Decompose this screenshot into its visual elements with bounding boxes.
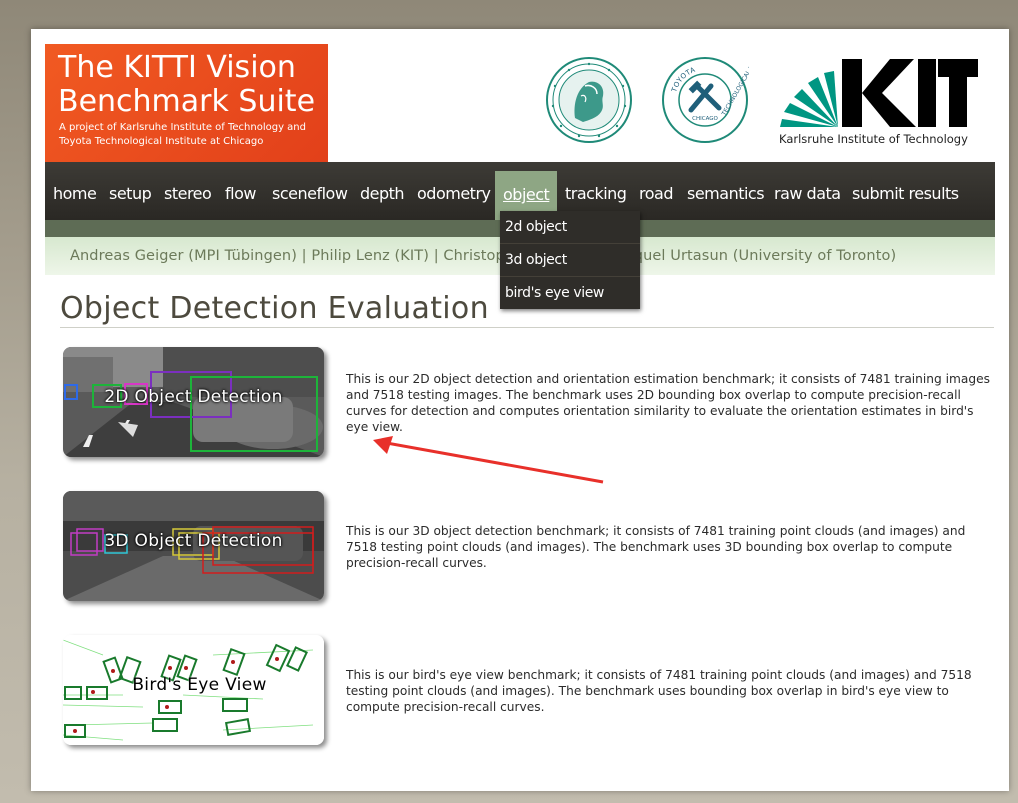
title-divider [60, 327, 994, 328]
dropdown-item-3d-object[interactable]: 3d object [500, 244, 640, 277]
thumb-label-2d: 2D Object Detection [104, 387, 283, 407]
authors-text: Andreas Geiger (MPI Tübingen) | Philip L… [70, 248, 897, 264]
description-birds-eye: This is our bird's eye view benchmark; i… [346, 668, 972, 714]
logo-subtitle: A project of Karlsruhe Institute of Tech… [59, 122, 306, 147]
thumb-birds-eye-view[interactable]: Bird's Eye View [63, 635, 324, 745]
nav-item-stereo[interactable]: stereo [164, 162, 212, 220]
dropdown-item-birds-eye-view[interactable]: bird's eye view [500, 277, 640, 309]
description-3d: This is our 3D object detection benchmar… [346, 524, 966, 570]
nav-item-odometry[interactable]: odometry [417, 162, 491, 220]
tti-seal-icon[interactable]: TOYOTA TECHNOLOGICAL INSTITUTE CHICAGO [661, 56, 749, 144]
mpi-seal-icon[interactable] [545, 56, 633, 144]
thumb-3d-object-detection[interactable]: 3D Object Detection [63, 491, 324, 601]
dropdown-item-2d-object[interactable]: 2d object [500, 211, 640, 244]
page-container: The KITTI Vision Benchmark Suite A proje… [31, 29, 1009, 791]
description-2d: This is our 2D object detection and orie… [346, 372, 990, 434]
thumb-2d-object-detection[interactable]: 2D Object Detection [63, 347, 324, 457]
tti-center-text: CHICAGO [692, 116, 718, 122]
nav-item-home[interactable]: home [53, 162, 97, 220]
nav-item-raw-data[interactable]: raw data [774, 162, 841, 220]
page-title: Object Detection Evaluation [60, 291, 489, 326]
nav-item-depth[interactable]: depth [360, 162, 405, 220]
nav-item-setup[interactable]: setup [109, 162, 152, 220]
thumb-label-3d: 3D Object Detection [104, 531, 283, 551]
object-dropdown-menu: 2d object 3d object bird's eye view [500, 211, 640, 309]
nav-item-semantics[interactable]: semantics [687, 162, 765, 220]
thumb-label-birds-eye: Bird's Eye View [132, 675, 267, 695]
annotation-arrow-icon [373, 436, 604, 484]
nav-item-submit-results[interactable]: submit results [852, 162, 959, 220]
kit-caption: Karlsruhe Institute of Technology [779, 132, 968, 146]
kitti-logo[interactable]: The KITTI Vision Benchmark Suite A proje… [45, 44, 328, 162]
nav-item-road[interactable]: road [639, 162, 673, 220]
nav-item-sceneflow[interactable]: sceneflow [272, 162, 348, 220]
nav-item-flow[interactable]: flow [225, 162, 256, 220]
logo-title: The KITTI Vision Benchmark Suite [58, 50, 316, 119]
